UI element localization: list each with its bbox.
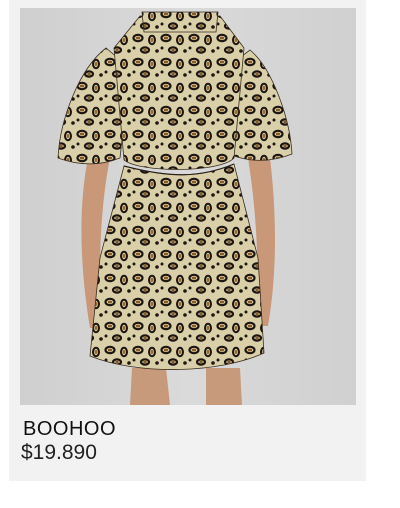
brand-name[interactable]: BOOHOO bbox=[23, 418, 116, 441]
dress-illustration bbox=[20, 8, 356, 405]
product-card[interactable]: BOOHOO $19.890 bbox=[9, 0, 366, 481]
product-price: $19.890 bbox=[21, 441, 97, 464]
product-image[interactable] bbox=[20, 8, 356, 405]
